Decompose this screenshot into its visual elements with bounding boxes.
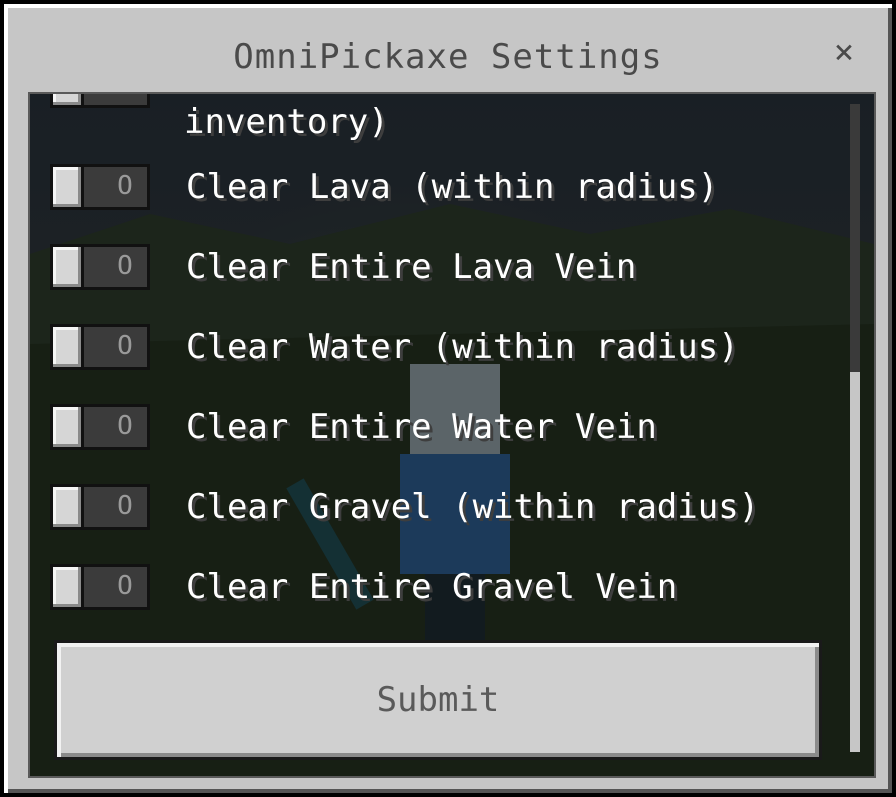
option-row-clear-gravel-vein[interactable]: O Clear Entire Gravel Vein (50, 556, 677, 618)
toggle-switch[interactable]: O (50, 244, 150, 290)
partial-option-label: inventory) (184, 102, 389, 142)
off-indicator: O (117, 411, 133, 441)
partial-option-row (50, 94, 150, 116)
dialog-title: OmniPickaxe Settings (233, 37, 663, 77)
off-indicator: O (117, 171, 133, 201)
toggle-knob (50, 564, 84, 610)
option-label: Clear Water (within radius) (186, 327, 739, 367)
option-label: Clear Lava (within radius) (186, 167, 719, 207)
toggle-knob (50, 484, 84, 530)
toggle-switch[interactable]: O (50, 484, 150, 530)
toggle-switch[interactable]: O (50, 164, 150, 210)
settings-scroll-area[interactable]: inventory) O Clear Lava (within radius) … (28, 92, 876, 778)
settings-dialog: OmniPickaxe Settings × inventory) O Clea… (0, 0, 896, 797)
option-label: Clear Gravel (within radius) (186, 487, 760, 527)
close-icon[interactable]: × (826, 34, 862, 70)
off-indicator: O (117, 331, 133, 361)
toggle-switch[interactable]: O (50, 324, 150, 370)
option-label: Clear Entire Gravel Vein (186, 567, 678, 607)
submit-button[interactable]: Submit (54, 640, 822, 760)
toggle-knob (50, 164, 84, 210)
toggle-knob (50, 404, 84, 450)
toggle-switch[interactable]: O (50, 564, 150, 610)
option-row-clear-gravel[interactable]: O Clear Gravel (within radius) (50, 476, 759, 538)
scrollbar-thumb[interactable] (850, 372, 860, 752)
option-row-clear-lava[interactable]: O Clear Lava (within radius) (50, 156, 718, 218)
option-row-clear-lava-vein[interactable]: O Clear Entire Lava Vein (50, 236, 636, 298)
toggle-knob (50, 324, 84, 370)
option-row-clear-water-vein[interactable]: O Clear Entire Water Vein (50, 396, 657, 458)
off-indicator: O (117, 571, 133, 601)
option-label: Clear Entire Water Vein (186, 407, 657, 447)
toggle-knob (50, 94, 84, 108)
toggle-switch[interactable] (50, 94, 150, 108)
option-label: Clear Entire Lava Vein (186, 247, 637, 287)
toggle-knob (50, 244, 84, 290)
off-indicator: O (117, 491, 133, 521)
option-row-clear-water[interactable]: O Clear Water (within radius) (50, 316, 739, 378)
toggle-switch[interactable]: O (50, 404, 150, 450)
off-indicator: O (117, 251, 133, 281)
